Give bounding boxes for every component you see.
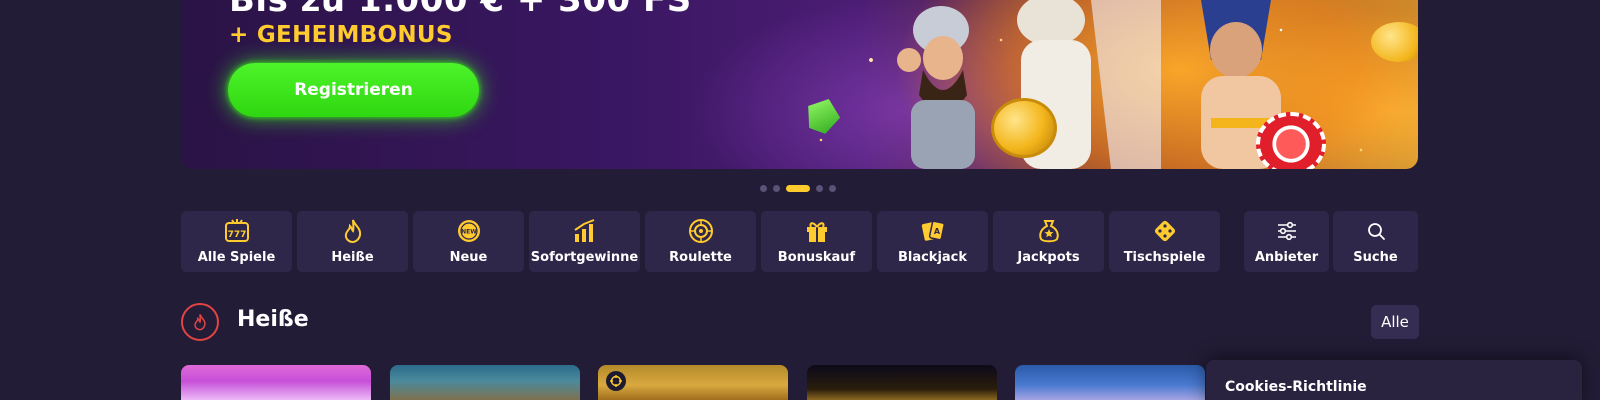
casino-page: Bis zu 1.000 € + 300 FS + GEHEIMBONUS Re…	[0, 0, 1600, 400]
search-label: Suche	[1353, 250, 1398, 265]
category-blackjack[interactable]: A Blackjack	[877, 211, 988, 272]
game-tile[interactable]	[1015, 365, 1205, 400]
gift-icon	[806, 222, 827, 242]
carousel-dot[interactable]	[760, 184, 767, 192]
category-label: Neue	[449, 250, 488, 265]
category-all-games[interactable]: 777 Alle Spiele	[181, 211, 292, 272]
category-new[interactable]: NEW Neue	[413, 211, 524, 272]
dice-icon	[1154, 220, 1175, 242]
providers-label: Anbieter	[1254, 250, 1319, 265]
fire-icon	[344, 219, 361, 244]
search-icon	[1367, 223, 1385, 240]
category-label: Jackpots	[1017, 250, 1080, 265]
view-all-button[interactable]: Alle	[1371, 305, 1419, 339]
carousel-dot-active[interactable]	[786, 184, 810, 192]
category-label: Sofortgewinne	[530, 250, 639, 265]
fire-icon	[194, 314, 206, 331]
category-label: Alle Spiele	[197, 250, 276, 265]
carousel-dot[interactable]	[816, 184, 823, 192]
new-badge-icon: NEW	[457, 220, 480, 242]
register-button[interactable]: Registrieren	[228, 63, 479, 117]
category-roulette[interactable]: Roulette	[645, 211, 756, 272]
category-instant-wins[interactable]: Sofortgewinne	[529, 211, 640, 272]
category-label: Tischspiele	[1123, 250, 1206, 265]
svg-text:NEW: NEW	[461, 229, 477, 236]
gold-coin-decoration	[991, 98, 1057, 158]
banner-title: Bis zu 1.000 € + 300 FS	[229, 0, 692, 20]
money-bag-icon	[1038, 220, 1059, 243]
casino-chip-decoration	[1256, 112, 1326, 169]
gold-coin-decoration	[1371, 22, 1418, 62]
crosshair-icon	[606, 371, 626, 391]
section-fire-icon	[181, 303, 219, 341]
game-tile[interactable]	[598, 365, 788, 400]
category-bonus-buy[interactable]: Bonuskauf	[761, 211, 872, 272]
carousel-dot[interactable]	[773, 184, 780, 192]
category-label: Blackjack	[897, 250, 968, 265]
carousel-pagination	[760, 184, 836, 192]
roulette-icon	[688, 219, 713, 243]
sliders-icon	[1277, 221, 1296, 241]
category-hot[interactable]: Heiße	[297, 211, 408, 272]
svg-text:777: 777	[227, 230, 246, 240]
section-title: Heiße	[237, 307, 309, 332]
cards-icon: A	[921, 220, 945, 241]
category-label: Roulette	[669, 250, 732, 265]
category-jackpots[interactable]: Jackpots	[993, 211, 1104, 272]
slot-777-icon: 777	[224, 219, 249, 242]
category-label: Heiße	[331, 250, 374, 265]
game-tile[interactable]	[181, 365, 371, 400]
promo-banner[interactable]: Bis zu 1.000 € + 300 FS + GEHEIMBONUS Re…	[181, 0, 1418, 169]
svg-text:A: A	[933, 227, 940, 236]
character-art-left	[897, 6, 975, 169]
cookie-banner: Cookies-Richtlinie	[1206, 360, 1582, 400]
providers-filter-button[interactable]: Anbieter	[1244, 211, 1329, 272]
category-table-games[interactable]: Tischspiele	[1109, 211, 1220, 272]
bar-chart-icon	[573, 219, 594, 242]
cookie-banner-title: Cookies-Richtlinie	[1225, 379, 1367, 395]
search-button[interactable]: Suche	[1333, 211, 1418, 272]
carousel-dot[interactable]	[829, 184, 836, 192]
category-label: Bonuskauf	[777, 250, 856, 265]
banner-subtitle: + GEHEIMBONUS	[229, 22, 453, 48]
game-tile[interactable]	[807, 365, 997, 400]
game-tile[interactable]	[390, 365, 580, 400]
